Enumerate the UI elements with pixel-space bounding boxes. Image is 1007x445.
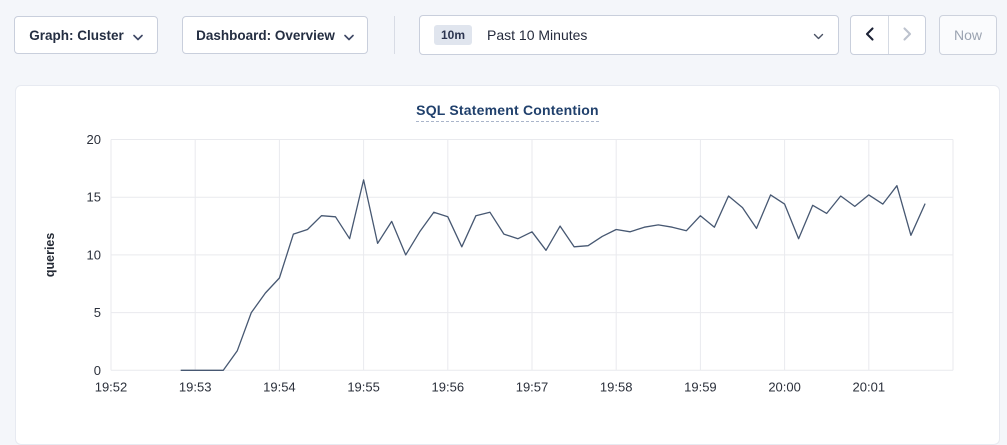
x-tick-label: 19:59 — [684, 379, 717, 394]
time-nav-group — [850, 15, 926, 55]
time-window-badge: 10m — [434, 25, 472, 45]
x-tick-label: 19:53 — [179, 379, 212, 394]
x-tick-label: 19:56 — [432, 379, 465, 394]
x-tick-label: 19:52 — [95, 379, 128, 394]
time-back-button[interactable] — [851, 16, 888, 54]
y-tick-label: 10 — [87, 247, 101, 262]
y-tick-label: 20 — [87, 132, 101, 147]
toolbar: Graph: Cluster Dashboard: Overview 10m P… — [0, 0, 1007, 70]
time-range-label: Past 10 Minutes — [487, 27, 587, 43]
time-forward-button[interactable] — [888, 16, 925, 54]
x-tick-label: 20:01 — [853, 379, 886, 394]
graph-dropdown[interactable]: Graph: Cluster — [14, 16, 158, 54]
chevron-down-icon — [344, 29, 354, 44]
x-tick-label: 19:58 — [600, 379, 633, 394]
chevron-left-icon — [865, 27, 874, 44]
y-axis-label: queries — [43, 233, 57, 278]
y-tick-label: 5 — [94, 305, 101, 320]
series-line — [181, 180, 925, 370]
x-tick-label: 19:55 — [347, 379, 380, 394]
y-tick-label: 0 — [94, 363, 101, 378]
chevron-down-icon — [813, 27, 824, 45]
x-tick-label: 20:00 — [768, 379, 801, 394]
chevron-down-icon — [133, 29, 143, 44]
graph-dropdown-label: Graph: Cluster — [29, 28, 124, 43]
toolbar-divider — [394, 16, 395, 54]
line-chart[interactable]: 0 5 10 15 20 19:52 19:53 19:54 19:55 19:56 19:57 19… — [16, 86, 1001, 433]
time-range-picker[interactable]: 10m Past 10 Minutes — [419, 15, 839, 55]
dashboard-dropdown[interactable]: Dashboard: Overview — [182, 16, 368, 54]
x-tick-label: 19:54 — [263, 379, 296, 394]
chevron-right-icon — [903, 27, 912, 44]
y-tick-label: 15 — [87, 190, 101, 205]
now-button[interactable]: Now — [939, 15, 997, 55]
dashboard-dropdown-label: Dashboard: Overview — [196, 28, 335, 43]
x-tick-label: 19:57 — [516, 379, 549, 394]
chart-panel: SQL Statement Contention 0510152019:5219… — [15, 85, 1000, 445]
